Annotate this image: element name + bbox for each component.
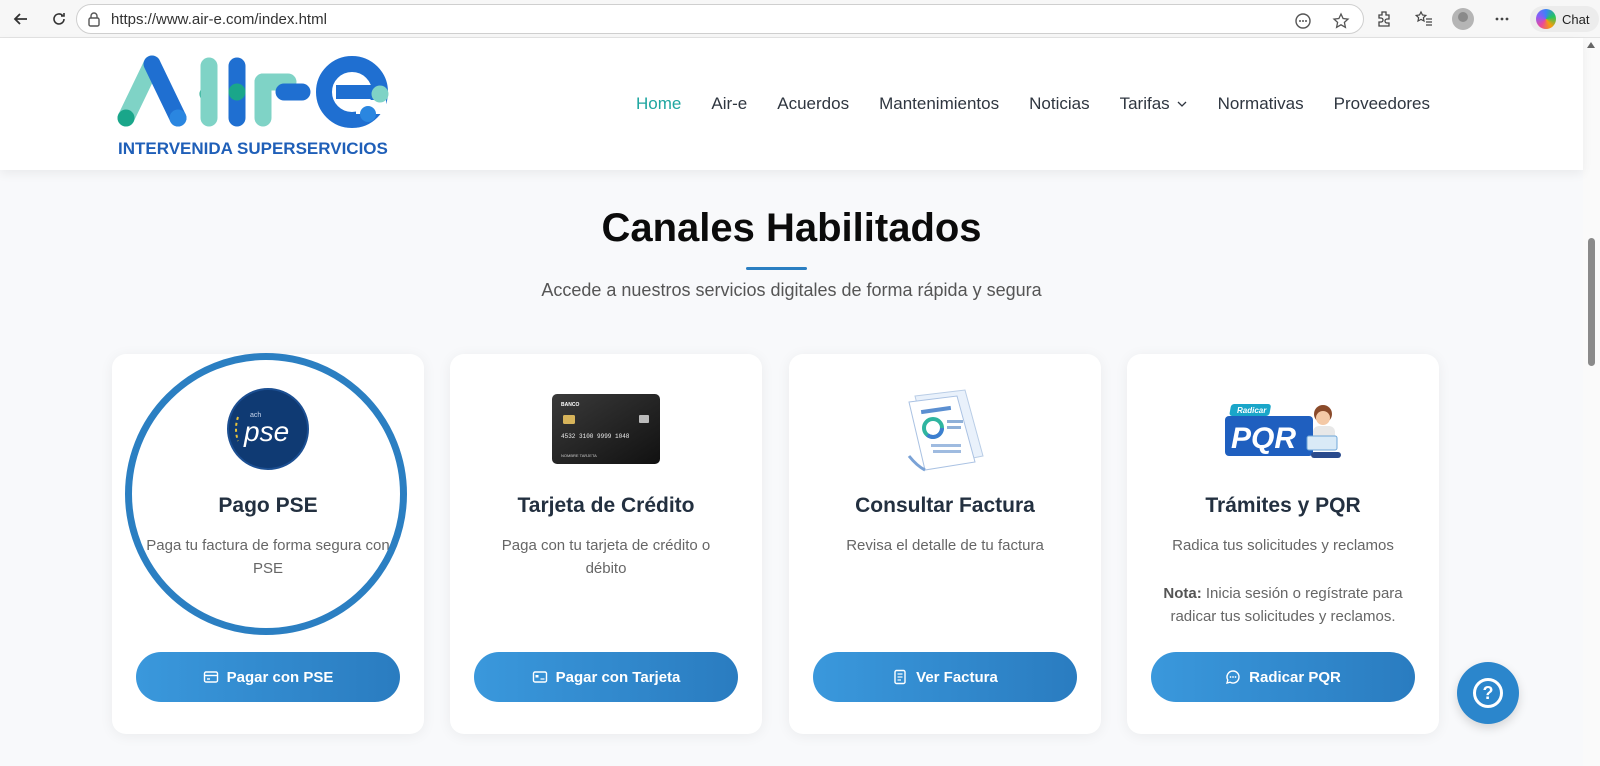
logo-tagline: INTERVENIDA SUPERSERVICIOS [118,139,388,158]
air-e-logo[interactable]: INTERVENIDA SUPERSERVICIOS [112,54,394,160]
pagar-tarjeta-button[interactable]: Pagar con Tarjeta [474,652,738,702]
nav-air-e[interactable]: Air-e [711,94,747,114]
invoice-image [789,384,1101,474]
card-title: Pago PSE [218,494,318,517]
site-header: INTERVENIDA SUPERSERVICIOS Home Air-e Ac… [0,38,1583,170]
pqr-image: Radicar PQR [1127,384,1439,474]
address-bar[interactable]: https://www.air-e.com/index.html [76,4,1364,34]
nav-normativas[interactable]: Normativas [1218,94,1304,114]
url-text: https://www.air-e.com/index.html [111,10,327,28]
main-nav: Home Air-e Acuerdos Mantenimientos Notic… [636,38,1430,170]
card-note: Nota: Inicia sesión o regístrate para ra… [1147,582,1419,628]
copilot-chat-button[interactable]: Chat [1530,6,1600,32]
title-underline [746,267,807,270]
chevron-down-icon [1177,101,1187,107]
card-title: Tarjeta de Crédito [517,494,695,517]
reader-icon[interactable] [1291,9,1315,33]
card-number: 4532 3100 9999 1048 [561,433,630,440]
card-description: Paga tu factura de forma segura con PSE [146,537,390,577]
pagar-pse-button[interactable]: Pagar con PSE [136,652,400,702]
extensions-icon[interactable] [1372,7,1396,31]
note-text: Inicia sesión o regístrate para radicar … [1170,585,1403,625]
copilot-icon [1536,9,1556,29]
card-pago-pse: ach pse Pago PSE Paga tu factura de form… [112,354,424,734]
nav-tarifas-label: Tarifas [1119,94,1170,113]
button-label: Pagar con Tarjeta [555,668,681,686]
button-label: Pagar con PSE [226,668,334,686]
refresh-icon[interactable] [46,6,72,32]
card-description: Paga con tu tarjeta de crédito o débito [501,537,711,577]
card-consultar-factura: Consultar Factura Revisa el detalle de t… [789,354,1101,734]
help-button[interactable]: ? [1457,662,1519,724]
credit-card-icon [203,671,218,683]
pse-logo: ach pse [112,384,424,474]
section-title: Canales Habilitados [601,206,982,250]
bank-name: BANCO [561,402,579,408]
button-label: Ver Factura [916,668,998,686]
card-holder: NOMBRE TARJETA [561,453,597,458]
note-label: Nota: [1163,585,1202,602]
pse-text: pse [243,416,289,447]
page-scrollbar[interactable] [1583,38,1600,766]
button-label: Radicar PQR [1249,668,1341,686]
card-description: Radica tus solicitudes y reclamos [1172,537,1394,554]
question-icon: ? [1473,678,1503,708]
pqr-text: PQR [1231,422,1296,455]
card-icon [532,671,547,683]
card-title: Consultar Factura [855,494,1035,517]
card-description: Revisa el detalle de tu factura [846,537,1044,554]
bank-card-image: BANCO 4532 3100 9999 1048 NOMBRE TARJETA [450,384,762,474]
nav-tarifas[interactable]: Tarifas [1120,94,1188,114]
pqr-radicar-text: Radicar [1237,406,1267,415]
radicar-pqr-button[interactable]: Radicar PQR [1151,652,1415,702]
more-menu-icon[interactable] [1490,7,1514,31]
section-subtitle: Accede a nuestros servicios digitales de… [541,280,1042,300]
browser-toolbar: https://www.air-e.com/index.html Chat [0,0,1600,38]
document-icon [894,669,906,685]
card-title: Trámites y PQR [1205,494,1361,517]
nav-acuerdos[interactable]: Acuerdos [777,94,849,114]
favorites-icon[interactable] [1412,7,1436,31]
back-icon[interactable] [8,6,34,32]
chat-label: Chat [1562,11,1590,27]
card-tramites-pqr: Radicar PQR Trámites y PQR Radica tus so… [1127,354,1439,734]
nav-noticias[interactable]: Noticias [1029,94,1089,114]
nav-home[interactable]: Home [636,94,681,114]
scroll-thumb[interactable] [1588,238,1595,366]
nav-proveedores[interactable]: Proveedores [1334,94,1430,114]
lock-icon [88,12,100,27]
card-tarjeta-credito: BANCO 4532 3100 9999 1048 NOMBRE TARJETA… [450,354,762,734]
scroll-up-icon[interactable] [1587,42,1595,48]
profile-avatar[interactable] [1452,8,1474,30]
favorite-star-icon[interactable] [1329,9,1353,33]
nav-mantenimientos[interactable]: Mantenimientos [879,94,999,114]
chat-icon [1226,670,1240,684]
ver-factura-button[interactable]: Ver Factura [813,652,1077,702]
